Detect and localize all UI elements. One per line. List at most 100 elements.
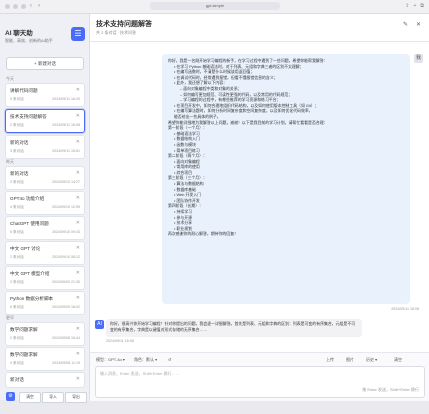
chat-item-title: Python 数据分析脚本: [10, 296, 54, 301]
message-timestamp: 2024/09/11 16:08: [391, 307, 419, 311]
chat-list-item[interactable]: 中文 GPT 模型介绍 ✕ 3 条对话 2024/09/09 21:30: [5, 266, 85, 290]
close-icon[interactable]: ✕: [76, 195, 80, 201]
upload-button[interactable]: 上传: [326, 357, 334, 363]
chat-item-date: 2024/09/11 16:20: [52, 97, 80, 101]
clear-chat-button[interactable]: 清空: [394, 357, 402, 363]
share-icon[interactable]: ⇪: [405, 3, 409, 9]
chat-item-title: 中文 GPT 模型介绍: [10, 271, 50, 276]
chat-item-title: 数学问题求解: [10, 327, 38, 332]
chat-item-count: 3 条对话: [10, 280, 24, 284]
browser-toolbar: ‹ › gpt.simple ⇪ + ⧉: [0, 0, 429, 14]
close-icon[interactable]: ✕: [76, 139, 80, 145]
chat-item-count: 2 条对话: [10, 123, 24, 127]
sidebar-footer: ⚙ 清空 导入 导出: [0, 388, 89, 414]
user-message-text: 你好，我是一名刚开始学习编程的新手，在学习过程中遇到了一些问题，希望你能帮我解答…: [162, 54, 410, 241]
chat-list-item-active[interactable]: 技术支持问题解答 ✕ 2 条对话 2024/09/11 16:08: [5, 109, 85, 133]
chat-item-title: 新对话: [10, 377, 24, 382]
refresh-icon[interactable]: ↺: [168, 357, 171, 362]
chat-main: 技术支持问题解答 共 2 条对话 · 技术问答 ✎ ✕ 你好，我是一名刚开始学习…: [90, 14, 429, 401]
new-tab-icon[interactable]: +: [414, 3, 417, 9]
send-hint: 按 Enter 发送，Shift+Enter 换行: [362, 387, 419, 392]
window-controls: [5, 4, 26, 9]
close-icon[interactable]: ✕: [76, 376, 80, 382]
assistant-message: 你好，很高兴你开始学习编程！针对你提出的问题，我会逐一详细解答。首先是列表、元组…: [106, 319, 362, 337]
chat-item-count: 3 条对话: [10, 149, 24, 153]
chat-item-count: 2 条对话: [10, 255, 24, 259]
chat-list-item[interactable]: GPT4o 功能介绍 ✕ 4 条对话 2024/09/10 12:05: [5, 191, 85, 215]
forward-icon[interactable]: ›: [38, 3, 40, 9]
chat-item-title: 新的对话: [10, 171, 29, 176]
close-icon[interactable]: ✕: [76, 351, 80, 357]
group-label-yesterday: 昨天: [6, 159, 14, 164]
chat-item-date: 2024/09/10 12:05: [52, 205, 80, 209]
menu-icon[interactable]: ☰: [71, 27, 85, 41]
message-input[interactable]: 输入消息，Enter 发送，Shift+Enter 换行…… 按 Enter 发…: [95, 366, 425, 398]
chat-item-title: 讲解代码问题: [10, 88, 38, 93]
chat-item-date: 2024/09/11 16:08: [52, 123, 80, 127]
chat-item-title: 技术支持问题解答: [10, 114, 47, 119]
edit-icon[interactable]: ✎: [403, 21, 408, 28]
chat-list-item[interactable]: 新对话 ✕: [5, 372, 85, 388]
chat-list-item[interactable]: 中文 GPT 讨论 ✕ 2 条对话 2024/09/10 08:12: [5, 241, 85, 265]
assistant-timestamp: 2024/09/11 16:08: [106, 339, 134, 343]
chat-list-item[interactable]: 数学问题求解 ✕ 4 条对话 2024/09/08 11:19: [5, 347, 85, 371]
import-button[interactable]: 导入: [42, 392, 64, 403]
close-icon[interactable]: ✕: [76, 245, 80, 251]
user-message-line: 再次感谢你的耐心解答，期待你的回复！: [168, 231, 239, 237]
tabs-overview-icon[interactable]: ⧉: [420, 3, 424, 9]
chat-item-title: 中文 GPT 讨论: [10, 246, 41, 251]
back-icon[interactable]: ‹: [30, 3, 32, 9]
chat-list-item[interactable]: 新的对话 ✕ 3 条对话 2024/09/10 14:27: [5, 166, 85, 190]
chat-subtitle: 共 2 条对话 · 技术问答: [96, 30, 137, 35]
group-label-earlier: 更早: [6, 315, 14, 320]
chat-list-item[interactable]: Python 数据分析脚本 ✕ 6 条对话 2024/09/09 18:02: [5, 291, 85, 315]
new-chat-button[interactable]: + 新建对话: [6, 57, 84, 70]
chat-item-date: 2024/09/10 09:43: [52, 230, 80, 234]
chat-list-item[interactable]: 数学问题求解 ✕ 2 条对话 2024/09/08 16:44: [5, 322, 85, 346]
close-icon[interactable]: ✕: [76, 170, 80, 176]
chat-item-title: 新的对话: [10, 140, 29, 145]
chat-list-item[interactable]: ChatGPT 使用问题 ✕ 5 条对话 2024/09/10 09:43: [5, 216, 85, 240]
composer: 模型：GPT-4o ▾ 角色：默认 ▾ ↺ 上传 图片 历史 ▾ 清空 输入消息…: [90, 352, 429, 401]
chat-item-count: 4 条对话: [10, 205, 24, 209]
image-button[interactable]: 图片: [346, 357, 354, 363]
clear-button[interactable]: 清空: [19, 392, 41, 403]
export-button[interactable]: 导出: [65, 392, 87, 403]
close-icon[interactable]: ✕: [416, 21, 421, 28]
chat-item-date: 2024/09/11 15:51: [52, 149, 80, 153]
close-icon[interactable]: ✕: [76, 220, 80, 226]
user-message: 你好，我是一名刚开始学习编程的新手，在学习过程中遇到了一些问题，希望你能帮我解答…: [162, 54, 410, 304]
chat-item-count: 4 条对话: [10, 361, 24, 365]
chat-item-date: 2024/09/10 14:27: [52, 180, 80, 184]
chat-item-count: 5 条对话: [10, 97, 24, 101]
sidebar: AI 聊天助 智能、高效、创新的AI助手 ☰ + 新建对话 今天 讲解代码问题 …: [0, 14, 90, 403]
close-icon[interactable]: ✕: [76, 87, 80, 93]
address-bar[interactable]: gpt.simple: [150, 2, 280, 10]
role-select[interactable]: 角色：默认 ▾: [134, 357, 157, 363]
maximize-window-button[interactable]: [21, 4, 26, 9]
group-label-today: 今天: [6, 76, 14, 81]
close-icon[interactable]: ✕: [76, 326, 80, 332]
chat-item-date: 2024/09/08 11:19: [52, 361, 80, 365]
chat-item-date: 2024/09/08 16:44: [52, 336, 80, 340]
model-select[interactable]: 模型：GPT-4o ▾: [96, 357, 125, 363]
browser-actions: ⇪ + ⧉: [405, 3, 424, 9]
close-icon[interactable]: ✕: [76, 295, 80, 301]
chat-item-date: 2024/09/09 21:30: [52, 280, 80, 284]
chat-item-date: 2024/09/10 08:12: [52, 255, 80, 259]
chat-list-item[interactable]: 讲解代码问题 ✕ 5 条对话 2024/09/11 16:20: [5, 83, 85, 107]
assistant-avatar: AI: [95, 320, 104, 329]
chat-title: 技术支持问题解答: [96, 21, 152, 28]
app-window: ‹ › gpt.simple ⇪ + ⧉ AI 聊天助 智能、高效、创新的AI助…: [0, 0, 429, 403]
close-icon[interactable]: ✕: [76, 113, 80, 119]
chat-list-item[interactable]: 新的对话 ✕ 3 条对话 2024/09/11 15:51: [5, 135, 85, 159]
chat-item-count: 3 条对话: [10, 180, 24, 184]
minimize-window-button[interactable]: [13, 4, 18, 9]
close-window-button[interactable]: [5, 4, 10, 9]
close-icon[interactable]: ✕: [76, 270, 80, 276]
history-select[interactable]: 历史 ▾: [366, 357, 377, 363]
chat-header-actions: ✎ ✕: [403, 21, 421, 28]
chat-item-count: 5 条对话: [10, 230, 24, 234]
app-subtitle: 智能、高效、创新的AI助手: [5, 38, 53, 43]
chat-item-title: 数学问题求解: [10, 352, 38, 357]
